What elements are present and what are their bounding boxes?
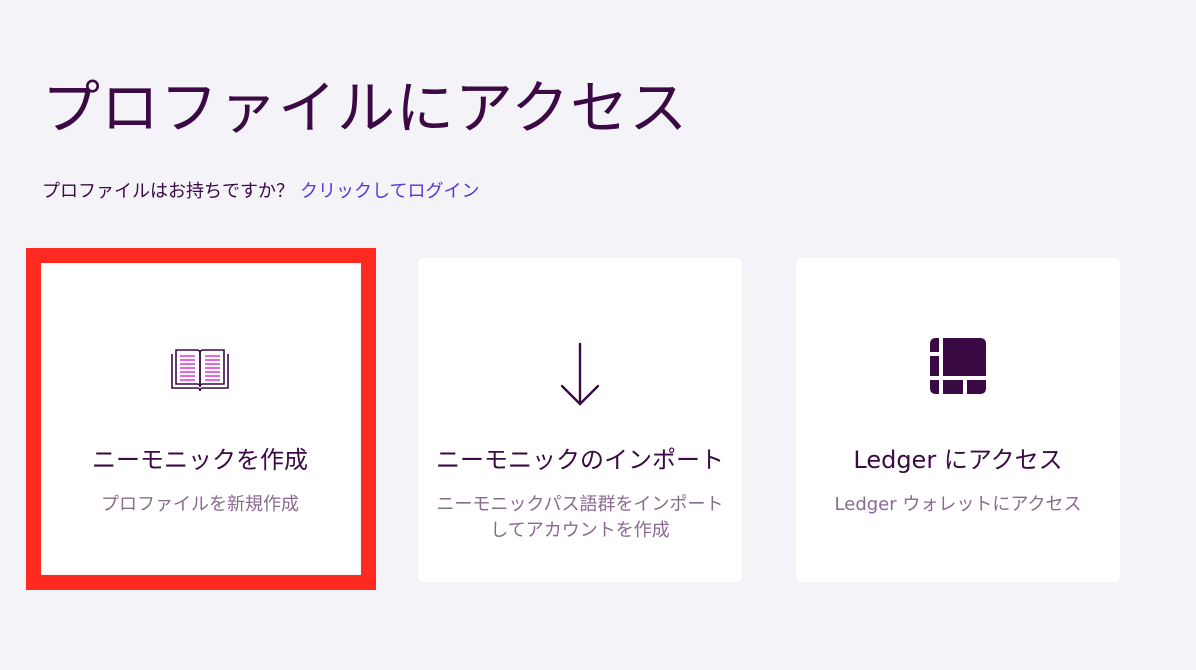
access-profile-page: プロファイルにアクセス プロファイルはお持ちですか？ クリックしてログイン ニー… (0, 0, 1196, 670)
login-link[interactable]: クリックしてログイン (300, 181, 479, 202)
ledger-access-card[interactable]: Ledger にアクセス Ledger ウォレットにアクセス (796, 258, 1120, 582)
import-mnemonic-card[interactable]: ニーモニックのインポート ニーモニックパス語群をインポート してアカウントを作成 (418, 258, 742, 582)
card-description-line: ニーモニックパス語群をインポート (436, 494, 724, 515)
card-title: Ledger にアクセス (853, 446, 1063, 474)
card-description: ニーモニックパス語群をインポート してアカウントを作成 (428, 492, 732, 544)
create-mnemonic-card[interactable]: ニーモニックを作成 プロファイルを新規作成 (40, 262, 360, 574)
card-description-line: してアカウントを作成 (490, 520, 670, 541)
ledger-icon (930, 338, 986, 394)
card-title: ニーモニックを作成 (92, 446, 308, 474)
subtitle: プロファイルはお持ちですか？ クリックしてログイン (42, 179, 479, 205)
card-description: Ledger ウォレットにアクセス (834, 494, 1082, 515)
page-title: プロファイルにアクセス (42, 74, 689, 142)
subtitle-text: プロファイルはお持ちですか？ (42, 181, 294, 202)
card-description: プロファイルを新規作成 (101, 494, 299, 515)
arrow-down-icon (560, 342, 600, 406)
card-title: ニーモニックのインポート (436, 446, 724, 474)
open-book-icon (171, 349, 229, 392)
